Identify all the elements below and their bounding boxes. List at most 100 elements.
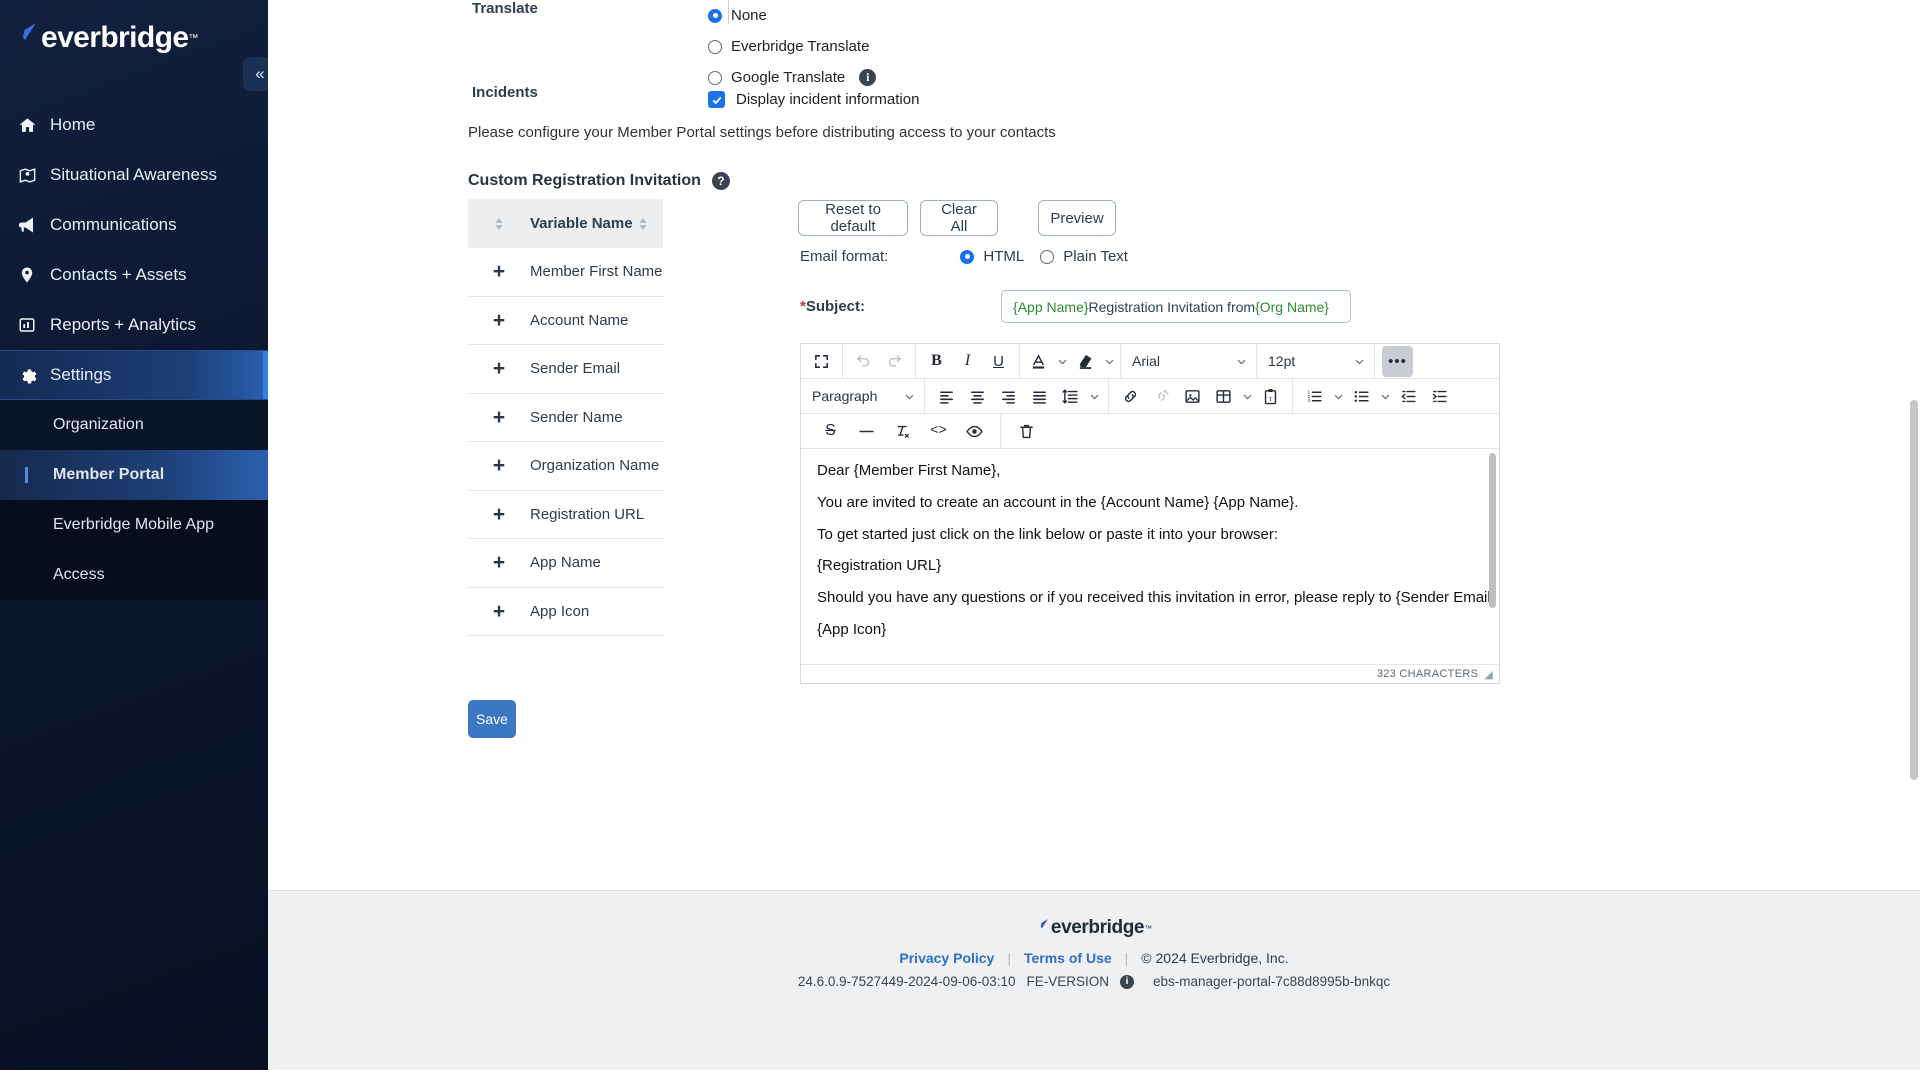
highlight-icon[interactable] bbox=[1070, 346, 1101, 377]
table-row[interactable]: + App Icon bbox=[468, 588, 663, 637]
block-format-chevron-down-icon[interactable] bbox=[901, 391, 917, 402]
email-format-plain-text-option[interactable]: Plain Text bbox=[1040, 248, 1128, 265]
subject-input[interactable]: {App Name} Registration Invitation from … bbox=[1001, 290, 1351, 323]
sidebar-item-contacts-assets[interactable]: Contacts + Assets bbox=[0, 250, 268, 300]
editor-body[interactable]: Dear {Member First Name}, You are invite… bbox=[801, 449, 1499, 664]
line-height-chevron-down-icon[interactable] bbox=[1086, 391, 1102, 402]
add-variable-icon[interactable]: + bbox=[468, 358, 530, 379]
font-size-chevron-down-icon[interactable] bbox=[1351, 356, 1367, 367]
align-right-icon[interactable] bbox=[993, 381, 1024, 412]
sidebar-item-organization[interactable]: Organization bbox=[0, 400, 268, 450]
sidebar-item-member-portal[interactable]: Member Portal bbox=[0, 450, 268, 500]
display-incident-checkbox[interactable] bbox=[708, 91, 725, 108]
sidebar-item-access[interactable]: Access bbox=[0, 550, 268, 600]
block-format-select[interactable]: Paragraph bbox=[801, 379, 925, 414]
terms-of-use-link[interactable]: Terms of Use bbox=[1024, 950, 1112, 966]
page-scrollbar[interactable] bbox=[1910, 400, 1918, 780]
sidebar-item-situational-awareness[interactable]: Situational Awareness bbox=[0, 150, 268, 200]
add-variable-icon[interactable]: + bbox=[468, 455, 530, 476]
table-row[interactable]: + App Name bbox=[468, 539, 663, 588]
character-count: 323 CHARACTERS bbox=[1377, 668, 1478, 680]
sidebar-item-settings[interactable]: Settings bbox=[0, 350, 268, 400]
bulleted-list-icon[interactable] bbox=[1346, 381, 1377, 412]
subject-token-app-name: {App Name} bbox=[1013, 299, 1089, 315]
table-column-header-variable-name[interactable]: Variable Name bbox=[530, 215, 633, 232]
add-variable-icon[interactable]: + bbox=[468, 552, 530, 573]
sidebar-item-reports-analytics[interactable]: Reports + Analytics bbox=[0, 300, 268, 350]
undo-icon[interactable] bbox=[848, 346, 879, 377]
more-options-button[interactable]: ••• bbox=[1382, 346, 1413, 377]
font-size-select[interactable]: 12pt bbox=[1257, 344, 1375, 379]
table-row[interactable]: + Registration URL bbox=[468, 491, 663, 540]
trash-icon[interactable] bbox=[1011, 416, 1042, 447]
radio-option-none[interactable]: None bbox=[708, 0, 876, 31]
unlink-icon[interactable] bbox=[1146, 381, 1177, 412]
radio-none-input[interactable] bbox=[708, 9, 722, 23]
text-color-icon[interactable] bbox=[1023, 346, 1054, 377]
incidents-row: Incidents Display incident information bbox=[468, 84, 919, 115]
sidebar-collapse-button[interactable]: « bbox=[243, 57, 268, 91]
redo-icon[interactable] bbox=[879, 346, 910, 377]
add-variable-icon[interactable]: + bbox=[468, 407, 530, 428]
source-code-icon[interactable]: <> bbox=[923, 416, 954, 447]
align-left-icon[interactable] bbox=[931, 381, 962, 412]
paste-text-icon[interactable]: T bbox=[1255, 381, 1286, 412]
bold-button[interactable]: B bbox=[921, 346, 952, 377]
outdent-icon[interactable] bbox=[1393, 381, 1424, 412]
sidebar-item-home[interactable]: Home bbox=[0, 100, 268, 150]
table-row[interactable]: + Sender Name bbox=[468, 394, 663, 443]
font-family-select[interactable]: Arial bbox=[1121, 344, 1257, 379]
variable-name: Member First Name bbox=[530, 263, 663, 280]
add-variable-icon[interactable]: + bbox=[468, 504, 530, 525]
add-variable-icon[interactable]: + bbox=[468, 310, 530, 331]
strikethrough-icon[interactable]: S bbox=[815, 416, 846, 447]
align-justify-icon[interactable] bbox=[1024, 381, 1055, 412]
radio-everbridge-translate-input[interactable] bbox=[708, 40, 722, 54]
save-button[interactable]: Save bbox=[468, 700, 516, 738]
column-sort-icon[interactable] bbox=[639, 218, 647, 230]
editor-scrollbar[interactable] bbox=[1489, 453, 1496, 653]
privacy-policy-link[interactable]: Privacy Policy bbox=[899, 950, 994, 966]
clear-format-icon[interactable] bbox=[887, 416, 918, 447]
add-variable-icon[interactable]: + bbox=[468, 261, 530, 282]
fullscreen-icon[interactable] bbox=[806, 346, 837, 377]
bulleted-list-chevron-down-icon[interactable] bbox=[1377, 391, 1393, 402]
highlight-chevron-down-icon[interactable] bbox=[1101, 356, 1117, 367]
reset-to-default-button[interactable]: Reset to default bbox=[798, 200, 908, 236]
link-icon[interactable] bbox=[1115, 381, 1146, 412]
numbered-list-icon[interactable]: 1 2 3 bbox=[1299, 381, 1330, 412]
align-center-icon[interactable] bbox=[962, 381, 993, 412]
table-row[interactable]: + Member First Name bbox=[468, 248, 663, 297]
add-variable-icon[interactable]: + bbox=[468, 601, 530, 622]
clear-all-button[interactable]: Clear All bbox=[920, 200, 998, 236]
sidebar-item-everbridge-mobile-app[interactable]: Everbridge Mobile App bbox=[0, 500, 268, 550]
email-format-html-option[interactable]: HTML bbox=[960, 248, 1024, 265]
radio-google-translate-input[interactable] bbox=[708, 71, 722, 85]
preview-button[interactable]: Preview bbox=[1038, 200, 1116, 236]
radio-html-input[interactable] bbox=[960, 250, 974, 264]
table-sort-handle[interactable] bbox=[468, 218, 530, 230]
preview-eye-icon[interactable] bbox=[959, 416, 990, 447]
indent-icon[interactable] bbox=[1424, 381, 1455, 412]
underline-button[interactable]: U bbox=[983, 346, 1014, 377]
fe-version-info-icon[interactable]: i bbox=[1120, 975, 1134, 989]
line-height-icon[interactable] bbox=[1055, 381, 1086, 412]
font-family-chevron-down-icon[interactable] bbox=[1233, 356, 1249, 367]
radio-option-everbridge-translate[interactable]: Everbridge Translate bbox=[708, 31, 876, 62]
table-chevron-down-icon[interactable] bbox=[1239, 391, 1255, 402]
resize-grip-icon[interactable]: ◢ bbox=[1484, 668, 1493, 681]
italic-button[interactable]: I bbox=[952, 346, 983, 377]
table-row[interactable]: + Account Name bbox=[468, 297, 663, 346]
incidents-checkbox-row[interactable]: Display incident information bbox=[708, 84, 919, 115]
editor-scrollbar-thumb[interactable] bbox=[1489, 453, 1496, 608]
radio-plain-text-input[interactable] bbox=[1040, 250, 1054, 264]
text-color-chevron-down-icon[interactable] bbox=[1054, 356, 1070, 367]
table-row[interactable]: + Sender Email bbox=[468, 345, 663, 394]
help-icon[interactable]: ? bbox=[712, 172, 730, 190]
table-icon[interactable] bbox=[1208, 381, 1239, 412]
image-icon[interactable] bbox=[1177, 381, 1208, 412]
horizontal-rule-icon[interactable] bbox=[851, 416, 882, 447]
numbered-list-chevron-down-icon[interactable] bbox=[1330, 391, 1346, 402]
sidebar-item-communications[interactable]: Communications bbox=[0, 200, 268, 250]
table-row[interactable]: + Organization Name bbox=[468, 442, 663, 491]
